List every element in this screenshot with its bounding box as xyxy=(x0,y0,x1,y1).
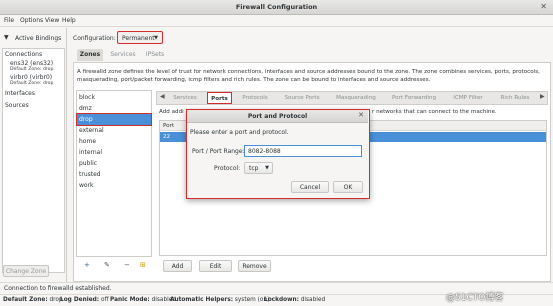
menu-bar: File Options View Help xyxy=(0,15,553,27)
subtab-services[interactable]: Services xyxy=(168,92,202,104)
tab-zones[interactable]: Zones xyxy=(77,49,103,61)
protocol-select[interactable]: tcp ▼ xyxy=(244,162,273,174)
default-zone-status: Default Zone: drop xyxy=(3,297,63,303)
interfaces-header: Interfaces xyxy=(5,90,35,97)
ports-intro-text-end: r networks that can connect to the machi… xyxy=(372,109,497,115)
panic-mode-status: Panic Mode: disabled xyxy=(110,297,176,303)
log-denied-value: off xyxy=(100,297,109,303)
sources-header: Sources xyxy=(5,102,29,109)
edit-zone-icon[interactable]: ✎ xyxy=(104,261,110,269)
port-protocol-dialog: Port and Protocol ✕ Please enter a port … xyxy=(186,109,370,199)
tab-services[interactable]: Services xyxy=(107,49,139,61)
zone-description: A firewalld zone defines the level of tr… xyxy=(77,69,540,83)
configuration-label: Configuration: xyxy=(73,35,116,42)
close-icon[interactable]: ✕ xyxy=(540,2,547,11)
port-column-header[interactable]: Port xyxy=(163,123,174,129)
active-bindings-label: Active Bindings xyxy=(15,35,62,42)
lockdown-label: Lockdown: xyxy=(264,297,299,303)
panic-mode-label: Panic Mode: xyxy=(110,297,150,303)
load-defaults-icon[interactable]: ⊞ xyxy=(140,261,146,269)
protocol-value: tcp xyxy=(249,165,259,172)
connection-virbr0-zone: Default Zone: drop xyxy=(10,81,54,86)
window-titlebar: Firewall Configuration ✕ xyxy=(0,0,553,15)
log-denied-status: Log Denied: off xyxy=(60,297,109,303)
zone-item-work[interactable]: work xyxy=(77,180,151,191)
menu-file[interactable]: File xyxy=(4,17,14,24)
subtab-source-ports[interactable]: Source Ports xyxy=(279,92,325,104)
automatic-helpers-label: Automatic Helpers: xyxy=(170,297,234,303)
chevron-down-icon: ▼ xyxy=(4,34,9,41)
zone-list: block dmz drop external home internal pu… xyxy=(76,90,152,257)
menu-view[interactable]: View xyxy=(45,17,59,24)
dialog-close-icon[interactable]: ✕ xyxy=(358,111,364,119)
change-zone-button[interactable]: Change Zone xyxy=(3,265,49,277)
dropdown-arrow-icon: ▼ xyxy=(265,165,269,171)
cancel-button[interactable]: Cancel xyxy=(291,181,329,193)
connection-ens32-zone: Default Zone: drop xyxy=(10,67,54,72)
zone-item-dmz[interactable]: dmz xyxy=(77,103,151,114)
subtab-icmp-filter[interactable]: ICMP Filter xyxy=(448,92,488,104)
zone-toolbar: + ✎ − ⊞ xyxy=(76,258,152,272)
protocol-label: Protocol: xyxy=(214,165,241,172)
zone-item-drop[interactable]: drop xyxy=(76,113,152,126)
remove-port-button[interactable]: Remove xyxy=(238,260,271,272)
connection-virbr0[interactable]: virbr0 (virbr0) xyxy=(10,74,52,81)
zone-item-trusted[interactable]: trusted xyxy=(77,169,151,180)
configuration-select[interactable]: Permanent ▼ xyxy=(117,31,163,44)
dialog-titlebar: Port and Protocol ✕ xyxy=(187,110,368,123)
ok-button[interactable]: OK xyxy=(333,181,363,193)
add-zone-icon[interactable]: + xyxy=(84,261,90,269)
port-range-input[interactable] xyxy=(244,145,362,157)
port-cell: 22 xyxy=(163,134,171,140)
add-port-button[interactable]: Add xyxy=(163,260,192,272)
ports-intro-text: Add addi xyxy=(159,109,184,115)
connection-status: Connection to firewalld established. xyxy=(4,285,112,292)
default-zone-label: Default Zone: xyxy=(3,297,48,303)
tab-ipsets[interactable]: IPSets xyxy=(143,49,167,61)
subtab-rich-rules[interactable]: Rich Rules xyxy=(495,92,535,104)
active-bindings-toggle[interactable]: ▼ Active Bindings xyxy=(0,31,67,45)
dropdown-arrow-icon: ▼ xyxy=(154,35,158,41)
chevron-right-icon[interactable]: ▶ xyxy=(540,93,545,100)
bindings-panel: ▼ Active Bindings Connections ens32 (ens… xyxy=(0,28,67,292)
lockdown-value: disabled xyxy=(300,297,326,303)
dialog-title: Port and Protocol xyxy=(247,113,308,120)
zone-item-home[interactable]: home xyxy=(77,136,151,147)
subtab-masquerading[interactable]: Masquerading xyxy=(332,92,380,104)
menu-help[interactable]: Help xyxy=(62,17,76,24)
window-title: Firewall Configuration xyxy=(235,3,318,11)
bindings-list: Connections ens32 (ens32) Default Zone: … xyxy=(2,48,65,273)
subtab-protocols[interactable]: Protocols xyxy=(237,92,273,104)
zone-item-internal[interactable]: internal xyxy=(77,147,151,158)
edit-port-button[interactable]: Edit xyxy=(199,260,232,272)
chevron-left-icon[interactable]: ◀ xyxy=(160,93,165,100)
dialog-message: Please enter a port and protocol. xyxy=(190,129,289,136)
zone-item-public[interactable]: public xyxy=(77,158,151,169)
watermark: @51CTO博客 xyxy=(446,293,504,303)
port-range-label: Port / Port Range: xyxy=(192,148,245,155)
log-denied-label: Log Denied: xyxy=(60,297,100,303)
automatic-helpers-status: Automatic Helpers: system (on) xyxy=(170,297,269,303)
connection-ens32[interactable]: ens32 (ens32) xyxy=(10,60,53,67)
subtab-port-forwarding[interactable]: Port Forwarding xyxy=(386,92,442,104)
zone-item-block[interactable]: block xyxy=(77,92,151,103)
remove-zone-icon[interactable]: − xyxy=(124,261,130,269)
menu-options[interactable]: Options xyxy=(20,17,43,24)
subtab-ports[interactable]: Ports xyxy=(207,92,232,104)
configuration-value: Permanent xyxy=(122,35,155,42)
connections-header: Connections xyxy=(5,51,43,58)
zone-item-external[interactable]: external xyxy=(77,125,151,136)
lockdown-status: Lockdown: disabled xyxy=(264,297,325,303)
